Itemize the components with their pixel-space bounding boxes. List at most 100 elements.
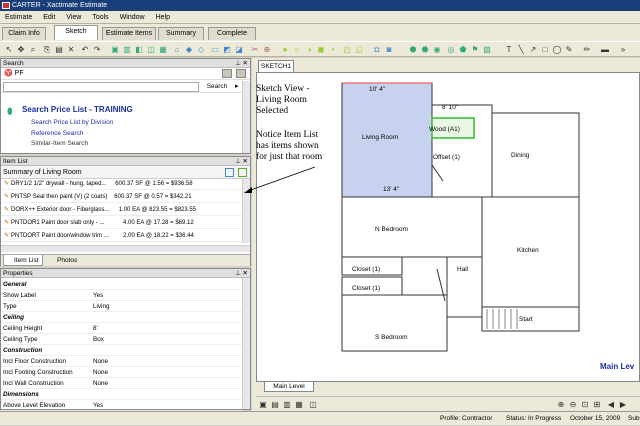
search-price-list-heading[interactable]: Search Price List - TRAINING — [22, 105, 133, 114]
roof-tool-icon[interactable]: ⌂ — [172, 45, 182, 55]
item-list-row[interactable]: ✎ PNTDOR1 Paint door slab only - ... 4.00… — [1, 218, 243, 229]
tab-estimate-items[interactable]: Estimate Items — [102, 27, 156, 40]
view-option-icon-2[interactable]: ▤ — [270, 400, 280, 410]
missing-wall-icon[interactable]: ◙ — [384, 45, 394, 55]
object-tool-icon[interactable]: ◪ — [234, 45, 244, 55]
tab-sketch1[interactable]: SKETCH1 — [258, 60, 294, 72]
tab-complete[interactable]: Complete — [208, 27, 256, 40]
arc-tool-icon[interactable]: ◑ — [304, 45, 314, 55]
property-value[interactable]: None — [93, 356, 108, 367]
copy-icon[interactable]: ⎘ — [42, 45, 52, 55]
property-value[interactable]: Yes — [93, 400, 103, 411]
search-input[interactable] — [3, 82, 199, 92]
paste-icon[interactable]: ▤ — [54, 45, 64, 55]
tab-item-list[interactable]: Item List — [3, 255, 43, 266]
box-tool-icon[interactable]: ▭ — [210, 45, 220, 55]
ellipse-tool-icon[interactable]: ◯ — [552, 45, 562, 55]
delete-icon[interactable]: ✕ — [66, 45, 76, 55]
cube-tool-icon[interactable]: ◼ — [316, 45, 326, 55]
wall-tool-icon[interactable]: ▥ — [122, 45, 132, 55]
view-option-icon-4[interactable]: ▦ — [294, 400, 304, 410]
area-tool-icon[interactable]: ◰ — [342, 45, 352, 55]
redo-icon[interactable]: ↷ — [92, 45, 102, 55]
opening-tool-icon[interactable]: ◘ — [372, 45, 382, 55]
door-tool-icon[interactable]: ◧ — [134, 45, 144, 55]
symbol-icon[interactable]: ◎ — [446, 45, 456, 55]
view-option-icon-1[interactable]: ▣ — [258, 400, 268, 410]
dim-tool-icon[interactable]: ◱ — [354, 45, 364, 55]
tab-main-level[interactable]: Main Level — [264, 382, 314, 392]
floor-plan[interactable]: Living Room Wood (A1) Offset (1) Dining … — [257, 73, 640, 383]
menu-window[interactable]: Window — [120, 14, 145, 21]
menu-edit[interactable]: Edit — [43, 14, 55, 21]
item-list-row[interactable]: ✎ DRY1/2 1/2" drywall - hung, taped... 60… — [1, 179, 243, 190]
properties-scrollbar[interactable] — [242, 278, 250, 409]
flag-icon[interactable]: ⚑ — [470, 45, 480, 55]
stairs-tool-icon[interactable]: ▦ — [158, 45, 168, 55]
arrow-tool-icon[interactable]: ↗ — [528, 45, 538, 55]
view-option-icon-3[interactable]: ▥ — [282, 400, 292, 410]
zoom-in-icon[interactable]: ⊕ — [556, 400, 566, 410]
menu-help[interactable]: Help — [156, 14, 170, 21]
window-tool-icon[interactable]: ◫ — [146, 45, 156, 55]
view-option-icon-5[interactable]: ◫ — [308, 400, 318, 410]
tab-claim-info[interactable]: Claim Info — [2, 27, 46, 40]
item-list-row[interactable]: ✎ DORX++ Exterior door - Fiberglass... 1.… — [1, 205, 243, 216]
similar-item-search-link[interactable]: Similar-Item Search — [31, 140, 88, 147]
property-row[interactable]: Type Living — [1, 301, 243, 312]
item-list-hscrollbar[interactable] — [1, 245, 250, 252]
n-bedroom[interactable] — [341, 196, 483, 258]
properties-pin-icon[interactable]: ⊥ ✕ — [235, 269, 248, 278]
level-tool-icon[interactable]: ◇ — [196, 45, 206, 55]
property-value[interactable]: 8' — [93, 323, 98, 334]
group-icon[interactable]: ⬣ — [420, 45, 430, 55]
zoom-fit-icon[interactable]: ⊡ — [580, 400, 590, 410]
floor-tool-icon[interactable]: ◆ — [184, 45, 194, 55]
property-row[interactable]: Above Level Elevation Yes — [1, 400, 243, 411]
stamp-icon[interactable]: ⬟ — [458, 45, 468, 55]
search-button[interactable]: Search — [203, 82, 231, 92]
property-row[interactable]: Ceiling Height 8' — [1, 323, 243, 334]
room-tool-icon[interactable]: ▣ — [110, 45, 120, 55]
property-value[interactable]: Yes — [93, 290, 103, 301]
property-row[interactable]: Show Label Yes — [1, 290, 243, 301]
property-row[interactable]: Incl Wall Construction None — [1, 378, 243, 389]
item-list-row[interactable]: ✎ PNTSP Seal then paint (V) (2 coats) 600… — [1, 192, 243, 203]
property-value[interactable]: None — [93, 378, 108, 389]
search-help-button[interactable] — [236, 69, 246, 78]
pan-tool-icon[interactable]: ✥ — [16, 45, 26, 55]
select-tool-icon[interactable]: ↖ — [4, 45, 14, 55]
property-row[interactable]: Incl Floor Construction None — [1, 356, 243, 367]
fill-tool-icon[interactable]: ● — [280, 45, 290, 55]
tab-sketch[interactable]: Sketch — [54, 25, 98, 40]
merge-tool-icon[interactable]: ⊕ — [262, 45, 272, 55]
search-field-value[interactable]: PF — [15, 70, 24, 77]
pencil-tool-icon[interactable]: ✎ — [564, 45, 574, 55]
fill-color-icon[interactable]: ▬ — [600, 45, 610, 55]
rect-tool-icon[interactable]: □ — [540, 45, 550, 55]
menu-tools[interactable]: Tools — [92, 14, 108, 21]
circle-tool-icon[interactable]: ○ — [292, 45, 302, 55]
menu-estimate[interactable]: Estimate — [5, 14, 32, 21]
search-dropdown-icon[interactable]: ▸ — [235, 82, 239, 90]
more-tools-icon[interactable]: » — [618, 45, 628, 55]
next-icon[interactable]: ▶ — [618, 400, 628, 410]
property-value[interactable]: None — [93, 367, 108, 378]
search-by-division-link[interactable]: Search Price List by Division — [31, 119, 113, 126]
prev-icon[interactable]: ◀ — [606, 400, 616, 410]
sketch-canvas[interactable]: Living Room Wood (A1) Offset (1) Dining … — [256, 72, 640, 382]
zoom-tool-icon[interactable]: ⌕ — [28, 45, 38, 55]
search-option-button[interactable] — [222, 69, 232, 78]
item-list-view-button[interactable] — [225, 168, 234, 177]
zoom-out-icon[interactable]: ⊖ — [568, 400, 578, 410]
search-scrollbar[interactable] — [242, 81, 250, 153]
tab-summary[interactable]: Summary — [158, 27, 204, 40]
undo-icon[interactable]: ↶ — [80, 45, 90, 55]
wall-toggle-icon[interactable]: ▪ — [328, 45, 338, 55]
property-row[interactable]: Ceiling Type Box — [1, 334, 243, 345]
dining-room[interactable] — [491, 112, 580, 198]
property-row[interactable]: Incl Footing Construction None — [1, 367, 243, 378]
text-tool-icon[interactable]: T — [504, 45, 514, 55]
tab-photos[interactable]: Photos — [47, 255, 83, 266]
reference-search-link[interactable]: Reference Search — [31, 130, 83, 137]
